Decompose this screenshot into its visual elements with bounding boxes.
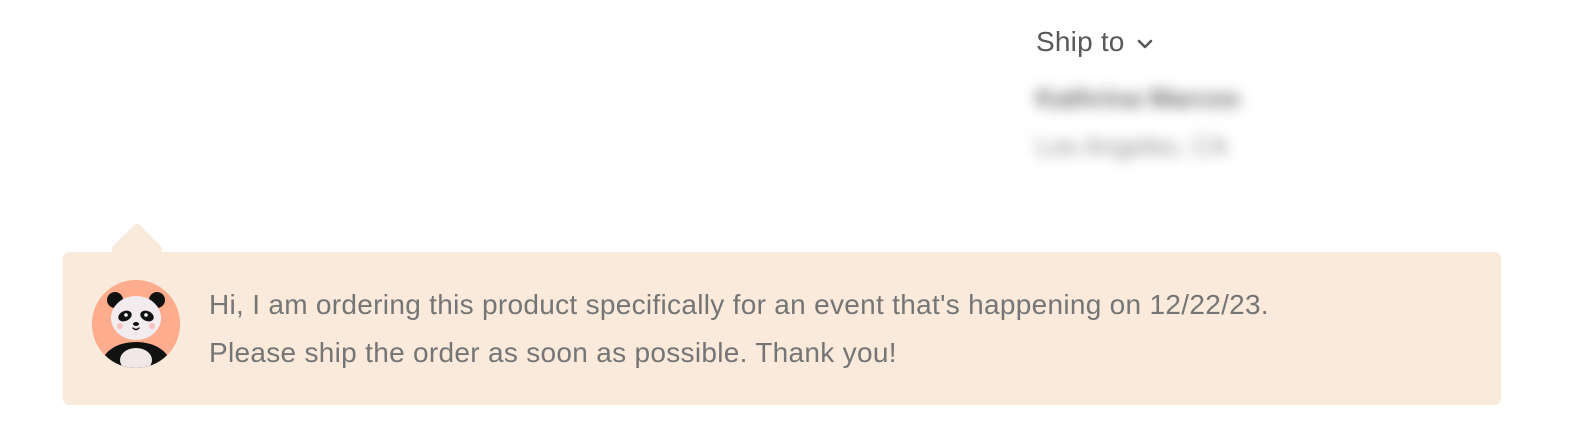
ship-to-section: Ship to Kathrina Marcos Los Angeles, CA: [1036, 22, 1316, 164]
buyer-note: Hi, I am ordering this product specifica…: [63, 252, 1501, 405]
ship-to-label: Ship to: [1036, 26, 1125, 57]
panda-avatar-icon: [92, 280, 180, 368]
note-line-1: Hi, I am ordering this product specifica…: [209, 289, 1269, 320]
recipient-location: Los Angeles, CA: [1036, 131, 1229, 161]
ship-to-toggle[interactable]: Ship to: [1036, 22, 1155, 62]
note-message: Hi, I am ordering this product specifica…: [209, 281, 1469, 377]
shipping-address: Kathrina Marcos Los Angeles, CA: [1036, 80, 1316, 164]
note-line-2: Please ship the order as soon as possibl…: [209, 337, 897, 368]
chevron-down-icon: [1135, 34, 1155, 54]
recipient-name: Kathrina Marcos: [1036, 83, 1240, 113]
